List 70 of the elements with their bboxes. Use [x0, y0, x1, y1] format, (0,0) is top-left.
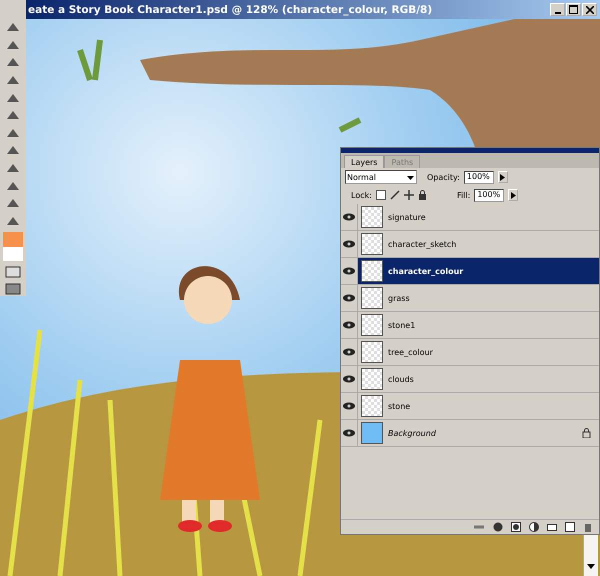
layer-row[interactable]: character_colour — [341, 258, 599, 285]
layer-thumbnail — [361, 206, 383, 228]
trash-icon[interactable] — [583, 522, 593, 532]
eye-icon[interactable] — [343, 240, 355, 248]
eye-icon[interactable] — [343, 321, 355, 329]
mask-icon[interactable] — [511, 522, 521, 532]
move-icon[interactable] — [404, 190, 414, 200]
layer-row[interactable]: tree_colour — [341, 339, 599, 366]
layer-name: signature — [388, 212, 427, 222]
adjustment-icon[interactable] — [529, 522, 539, 532]
layer-name: character_colour — [388, 266, 464, 276]
eye-icon[interactable] — [343, 294, 355, 302]
scroll-down-arrow-icon[interactable] — [587, 564, 595, 570]
brush-icon[interactable] — [390, 190, 400, 200]
fill-field[interactable]: 100% — [474, 188, 504, 202]
foreground-color-swatch[interactable] — [3, 232, 23, 248]
layer-thumbnail — [361, 233, 383, 255]
vertical-scrollbar[interactable] — [583, 535, 598, 576]
layer-name: character_sketch — [388, 240, 458, 248]
triangle-right-icon — [500, 174, 506, 180]
lock-icon[interactable] — [418, 190, 427, 200]
background-color-swatch[interactable] — [3, 247, 23, 261]
eye-icon[interactable] — [343, 402, 355, 410]
layer-row[interactable]: clouds — [341, 366, 599, 393]
opacity-slider-button[interactable] — [498, 171, 508, 183]
layer-thumbnail — [361, 260, 383, 282]
lock-label: Lock: — [351, 190, 372, 200]
maximize-button[interactable] — [566, 3, 581, 16]
layer-row[interactable]: stone1 — [341, 312, 599, 339]
layer-thumbnail — [361, 287, 383, 309]
layer-name: grass — [388, 294, 411, 302]
eye-icon[interactable] — [343, 429, 355, 437]
opacity-field[interactable]: 100% — [464, 170, 494, 184]
screen-mode-icon[interactable] — [4, 282, 22, 296]
link-icon[interactable] — [473, 523, 485, 531]
layer-thumbnail — [361, 314, 383, 336]
eye-icon[interactable] — [343, 267, 355, 275]
blend-mode-dropdown[interactable]: Normal — [345, 170, 417, 184]
layer-name: stone — [388, 402, 412, 410]
triangle-right-icon — [510, 192, 516, 198]
layer-thumbnail — [361, 341, 383, 363]
lock-transparent-icon[interactable] — [376, 190, 386, 200]
layer-row[interactable]: stone — [341, 393, 599, 420]
layer-row[interactable]: Background — [341, 420, 599, 447]
fill-label: Fill: — [456, 190, 470, 200]
layer-name: tree_colour — [388, 348, 434, 356]
fill-slider-button[interactable] — [508, 189, 518, 201]
layer-thumbnail — [361, 422, 383, 444]
close-icon — [586, 6, 594, 14]
eye-icon[interactable] — [343, 213, 355, 221]
layer-thumbnail — [361, 368, 383, 390]
layer-thumbnail — [361, 395, 383, 417]
minimize-icon — [554, 12, 560, 14]
layer-name: clouds — [388, 374, 415, 384]
maximize-icon — [569, 5, 578, 14]
mask-mode-icon[interactable] — [4, 264, 22, 278]
minimize-button[interactable] — [550, 3, 565, 16]
opacity-label: Opacity: — [427, 172, 460, 182]
window-title: eate a Story Book Character1.psd @ 128% (character_colour, RGB/8) — [27, 4, 432, 16]
eye-icon[interactable] — [343, 348, 355, 356]
new-layer-icon[interactable] — [565, 522, 575, 532]
layer-row[interactable]: grass — [341, 285, 599, 312]
layer-row[interactable]: signature — [341, 204, 599, 231]
layer-style-icon[interactable] — [493, 522, 503, 532]
folder-icon[interactable] — [547, 522, 557, 532]
palette-tab[interactable]: Layers — [344, 155, 384, 168]
layer-name: stone1 — [388, 320, 416, 330]
layer-name: Background — [388, 428, 437, 438]
close-button[interactable] — [582, 3, 597, 16]
eye-icon[interactable] — [343, 375, 355, 383]
